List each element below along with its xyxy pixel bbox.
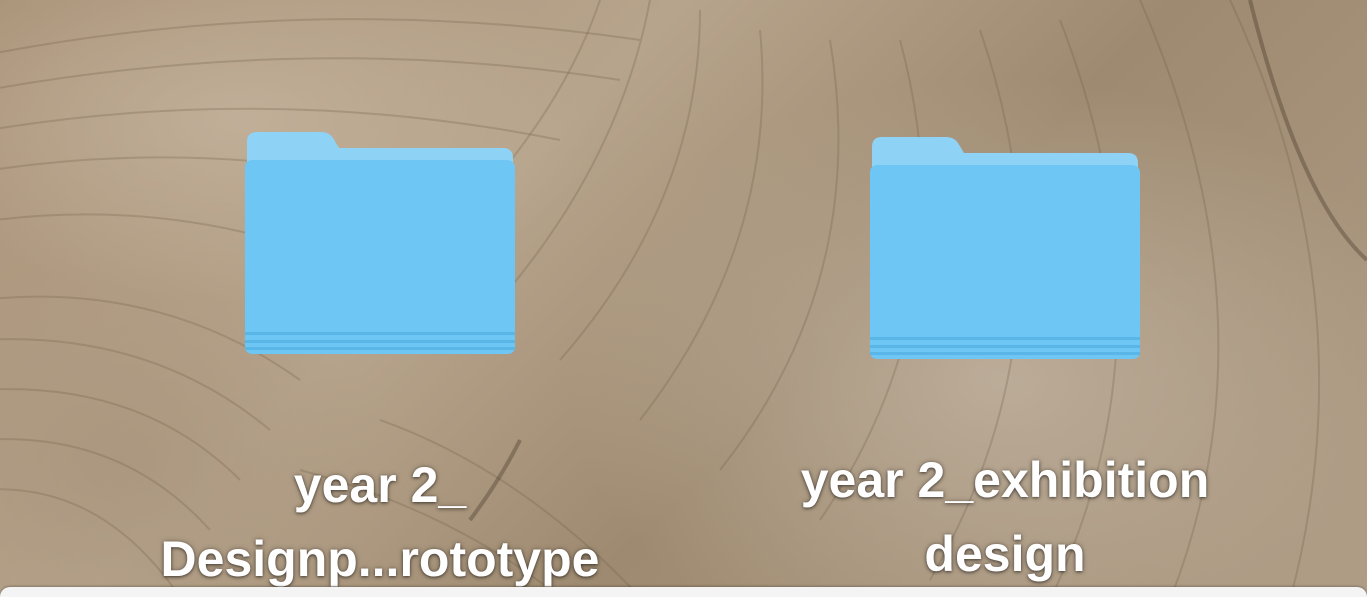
folder-label-line-1: year 2_	[293, 457, 467, 513]
folder-icon	[245, 132, 515, 354]
folder-icon	[870, 137, 1140, 359]
folder-label-line-2: Designp...rototype	[160, 531, 600, 587]
bottom-window-edge	[0, 587, 1367, 597]
folder-label: year 2_ Designp...rototype	[161, 448, 600, 596]
folder-label: year 2_exhibition design	[801, 443, 1210, 591]
folder-label-line-1: year 2_exhibition	[800, 452, 1210, 508]
desktop-background: year 2_ Designp...rototype year 2_exhibi…	[0, 0, 1367, 597]
folder-label-line-2: design	[924, 526, 1086, 582]
folder-year-2-exhibition-design[interactable]: year 2_exhibition design	[725, 125, 1285, 591]
folder-year-2-design-prototype[interactable]: year 2_ Designp...rototype	[100, 120, 660, 596]
